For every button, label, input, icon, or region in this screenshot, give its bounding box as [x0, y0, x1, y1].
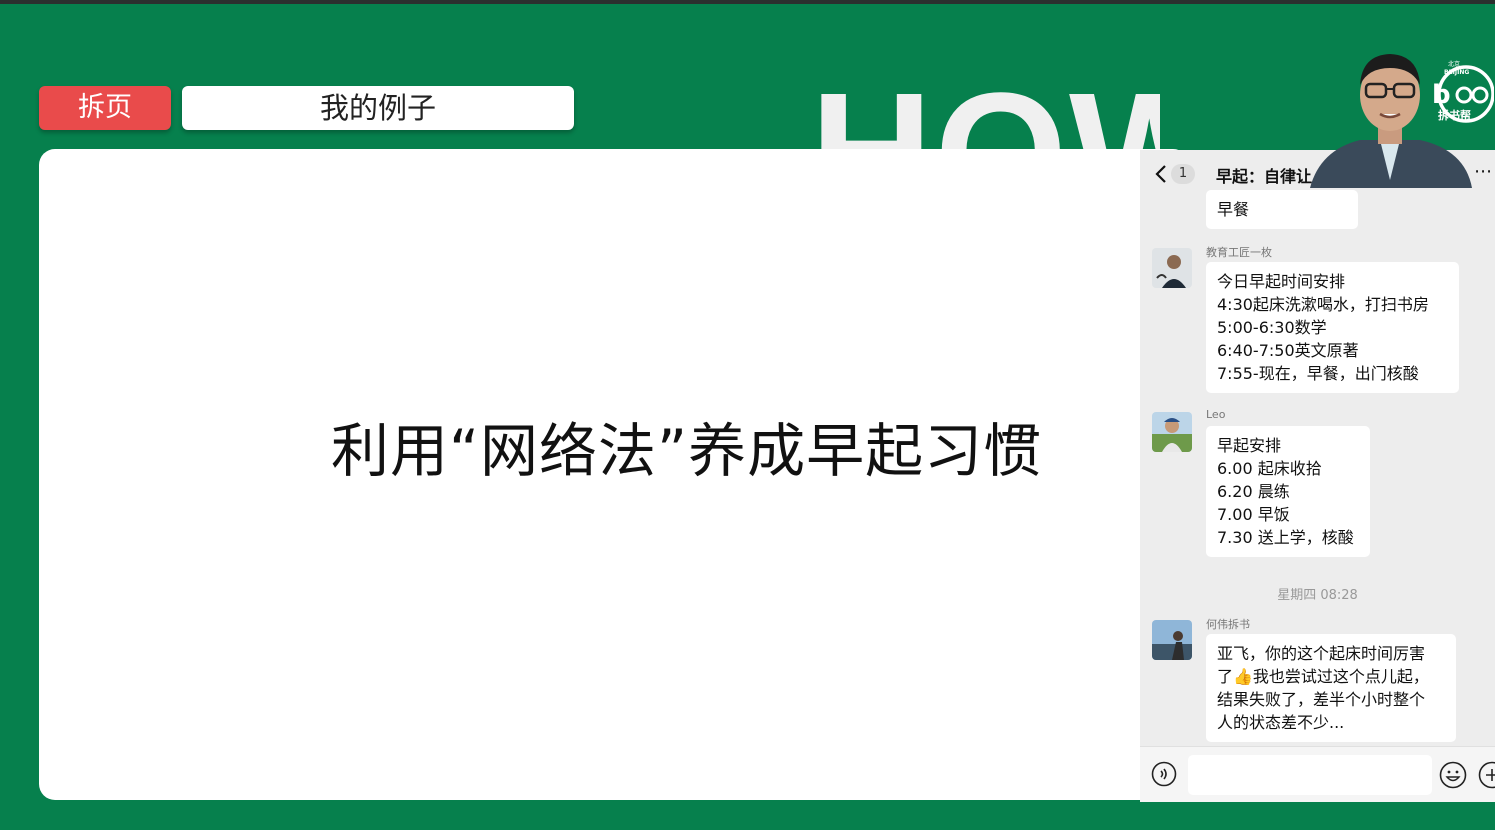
unread-count-badge[interactable]: 1 — [1171, 164, 1195, 184]
chat-title: 早起：自律让 — [1216, 167, 1313, 186]
message-bubble: 亚飞，你的这个起床时间厉害 了👍我也尝试过这个点儿起， 结果失败了，差半个小时整… — [1206, 634, 1456, 742]
svg-text:b: b — [1432, 80, 1451, 110]
brand-logo: b 北京 BEIJING 拆书帮 — [1428, 57, 1494, 131]
avatar[interactable] — [1152, 620, 1192, 660]
message-bubble: 今日早起时间安排 4:30起床洗漱喝水，打扫书房 5:00-6:30数学 6:4… — [1206, 262, 1459, 393]
message-timestamp: 星期四 08:28 — [1277, 588, 1358, 603]
slide-canvas: 利用“网络法”养成早起习惯 — [39, 149, 1189, 800]
section-tag: 拆页 — [39, 86, 171, 130]
voice-icon[interactable] — [1151, 761, 1177, 787]
emoji-icon[interactable] — [1439, 761, 1467, 789]
slide-title: 利用“网络法”养成早起习惯 — [331, 417, 1043, 485]
back-icon[interactable] — [1152, 163, 1172, 185]
message-input[interactable] — [1188, 755, 1432, 795]
background-word: HOW — [810, 40, 1160, 150]
chat-input-bar — [1140, 746, 1495, 802]
top-edge-bar — [0, 0, 1495, 4]
message-sender: 何伟拆书 — [1206, 618, 1250, 631]
avatar[interactable] — [1152, 412, 1192, 452]
message-sender: Leo — [1206, 408, 1226, 421]
avatar[interactable] — [1152, 248, 1192, 288]
section-title: 我的例子 — [182, 86, 574, 130]
message-sender: 教育工匠一枚 — [1206, 246, 1272, 259]
message-bubble: 早餐 — [1206, 190, 1358, 229]
chat-window: 1 早起：自律让 ⋯ 早餐 教育工匠一枚 今日早起时间安排 4:30起床洗漱喝水… — [1140, 150, 1495, 802]
plus-icon[interactable] — [1478, 761, 1495, 789]
message-bubble: 早起安排 6.00 起床收拾 6.20 晨练 7.00 早饭 7.30 送上学，… — [1206, 426, 1370, 557]
